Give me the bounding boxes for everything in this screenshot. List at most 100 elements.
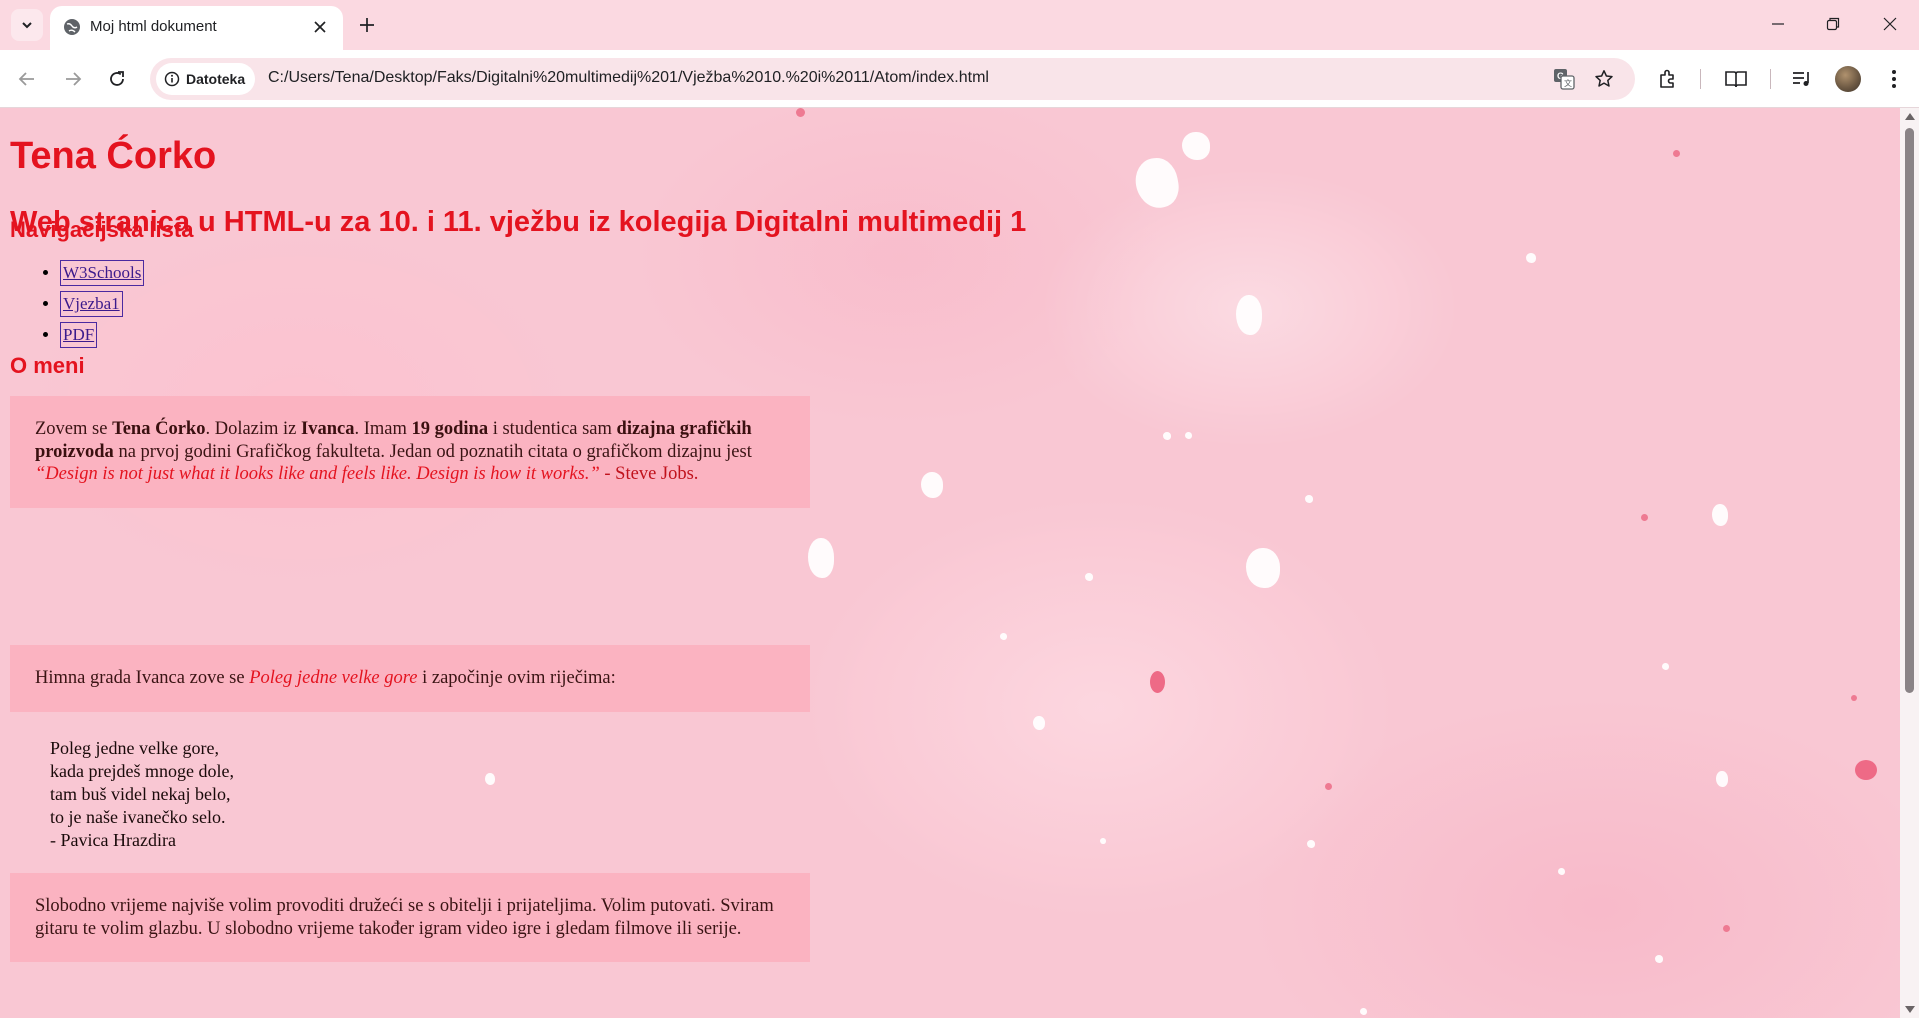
tab-search-button[interactable] (11, 9, 43, 41)
tab-strip: Moj html dokument (0, 0, 1919, 50)
star-icon[interactable] (1592, 67, 1616, 91)
petal-decoration (1558, 868, 1565, 875)
page-viewport: Tena Ćorko Web stranica u HTML-u za 10. … (0, 108, 1900, 1018)
petal-decoration (1673, 150, 1680, 157)
tab-search-icon (22, 22, 32, 29)
about-paragraph-1: Zovem se Tena Ćorko. Dolazim iz Ivanca. … (10, 396, 810, 508)
reload-button[interactable] (101, 63, 133, 95)
active-tab[interactable]: Moj html dokument (50, 6, 343, 50)
petal-decoration (1000, 633, 1007, 640)
petal-decoration (921, 472, 943, 498)
petal-decoration (1662, 663, 1669, 670)
scroll-down-icon[interactable] (1905, 1006, 1915, 1014)
link-vjezba1[interactable]: Vjezba1 (60, 291, 123, 317)
petal-decoration (1712, 504, 1728, 526)
forward-arrow-icon (66, 72, 82, 86)
petal-decoration (1033, 716, 1045, 730)
toolbar-divider (1770, 69, 1771, 89)
about-paragraph-3: Slobodno vrijeme najviše volim provoditi… (10, 873, 810, 962)
restore-button[interactable] (1813, 8, 1853, 40)
poem-author: - Pavica Hrazdira (50, 830, 176, 850)
reading-list-icon[interactable] (1723, 66, 1749, 92)
petal-decoration (1185, 432, 1192, 439)
quote: “Design is not just what it looks like a… (35, 464, 600, 484)
scroll-up-icon[interactable] (1905, 112, 1915, 120)
back-button[interactable] (11, 63, 43, 95)
list-item: Vjezba1 (60, 291, 144, 322)
minimize-button[interactable] (1758, 8, 1798, 40)
text-bold: Ivanca (301, 419, 355, 439)
petal-decoration (1526, 253, 1536, 263)
text-span: . Dolazim iz (205, 419, 302, 439)
translate-icon[interactable]: G文 (1552, 67, 1576, 91)
menu-dots-icon[interactable] (1881, 66, 1907, 92)
petal-decoration (1100, 838, 1106, 844)
svg-text:文: 文 (1564, 78, 1572, 88)
petal-decoration (1305, 495, 1313, 503)
text-bold: 19 godina (411, 419, 489, 439)
list-item: PDF (60, 322, 144, 353)
extensions-icon[interactable] (1655, 66, 1681, 92)
petal-decoration (1641, 514, 1648, 521)
petal-decoration (1851, 695, 1857, 701)
poem-line: to je naše ivanečko selo. (50, 807, 226, 827)
petal-decoration (1182, 132, 1210, 160)
list-item: W3Schools (60, 260, 145, 291)
profile-avatar[interactable] (1835, 66, 1861, 92)
close-icon[interactable] (309, 16, 331, 38)
petal-decoration (1085, 573, 1093, 581)
toolbar-divider (1700, 69, 1701, 89)
page-title: Tena Ćorko (10, 135, 217, 177)
link-w3schools[interactable]: W3Schools (60, 260, 145, 286)
url-text[interactable]: C:/Users/Tena/Desktop/Faks/Digitalni%20m… (268, 69, 989, 87)
about-heading: O meni (10, 353, 85, 378)
petal-decoration (796, 108, 805, 117)
poem-line: Poleg jedne velke gore, (50, 738, 219, 758)
petal-decoration (1131, 154, 1183, 212)
plus-icon (360, 18, 374, 32)
close-window-button[interactable] (1870, 8, 1910, 40)
petal-decoration (1163, 432, 1171, 440)
link-pdf[interactable]: PDF (60, 322, 98, 348)
text-span: . Imam (354, 419, 412, 439)
petal-decoration (485, 773, 495, 785)
nav-heading: Navigacijska lista (10, 217, 194, 242)
petal-decoration (1716, 771, 1728, 787)
quote-author: - Steve Jobs. (599, 464, 699, 484)
petal-decoration (1246, 548, 1280, 588)
new-tab-button[interactable] (353, 11, 381, 39)
poem-line: kada prejdeš mnoge dole, (50, 761, 234, 781)
navigation-list: W3Schools Vjezba1 PDF (10, 260, 145, 353)
poem-line: tam buš videl nekaj belo, (50, 784, 231, 804)
site-info-chip[interactable]: Datoteka (156, 63, 256, 95)
site-chip-label: Datoteka (186, 71, 246, 87)
close-window-icon (1883, 17, 1897, 31)
restore-icon (1826, 17, 1840, 31)
media-control-icon[interactable] (1789, 66, 1815, 92)
scrollbar-thumb[interactable] (1905, 128, 1914, 693)
text-bold: Tena Ćorko (112, 419, 206, 439)
text-span: i započinje ovim riječima: (417, 668, 616, 688)
forward-button[interactable] (57, 63, 89, 95)
petal-decoration (1360, 1008, 1367, 1015)
petal-decoration (1655, 955, 1663, 963)
song-title: Poleg jedne velke gore (249, 668, 418, 688)
globe-icon (63, 18, 81, 41)
tab-title: Moj html dokument (90, 18, 217, 35)
text-span: Himna grada Ivanca zove se (35, 668, 250, 688)
back-arrow-icon (18, 72, 34, 86)
petal-decoration (1723, 925, 1730, 932)
petal-decoration (1150, 671, 1165, 693)
petal-decoration (1307, 840, 1315, 848)
address-bar[interactable]: Datoteka C:/Users/Tena/Desktop/Faks/Digi… (150, 58, 1635, 100)
petal-decoration (1855, 760, 1877, 780)
minimize-icon (1772, 23, 1784, 25)
poem-block: Poleg jedne velke gore, kada prejdeš mno… (50, 737, 234, 852)
text-span: na prvoj godini Grafičkog fakulteta. Jed… (113, 441, 752, 462)
about-paragraph-2: Himna grada Ivanca zove se Poleg jedne v… (10, 645, 810, 712)
petal-decoration (808, 538, 834, 578)
info-icon (164, 71, 180, 87)
browser-toolbar: Datoteka C:/Users/Tena/Desktop/Faks/Digi… (0, 50, 1919, 108)
text-span: Zovem se (35, 419, 113, 439)
text-span: i studentica sam (488, 419, 617, 439)
